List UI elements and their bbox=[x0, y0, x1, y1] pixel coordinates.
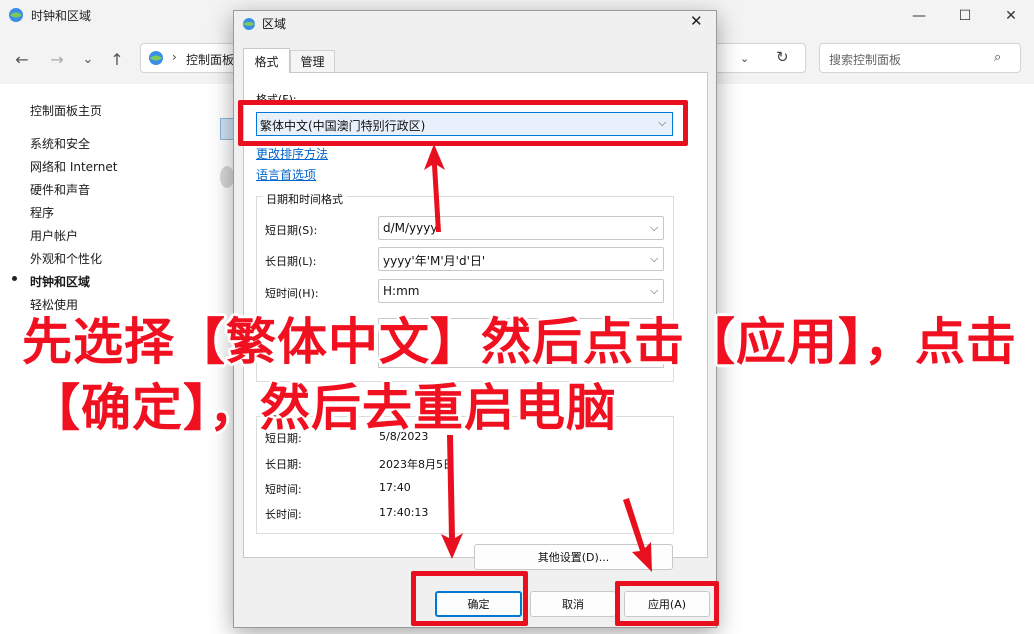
arrow-to-ok bbox=[441, 435, 463, 559]
arrow-to-apply bbox=[623, 498, 652, 572]
annotation-caption-line-1: 先选择【繁体中文】然后点击【应用】，点击 bbox=[22, 313, 1017, 371]
arrow-to-format bbox=[424, 144, 445, 232]
annotation-caption-line-2: 【确定】，然后去重启电脑 bbox=[30, 379, 617, 437]
